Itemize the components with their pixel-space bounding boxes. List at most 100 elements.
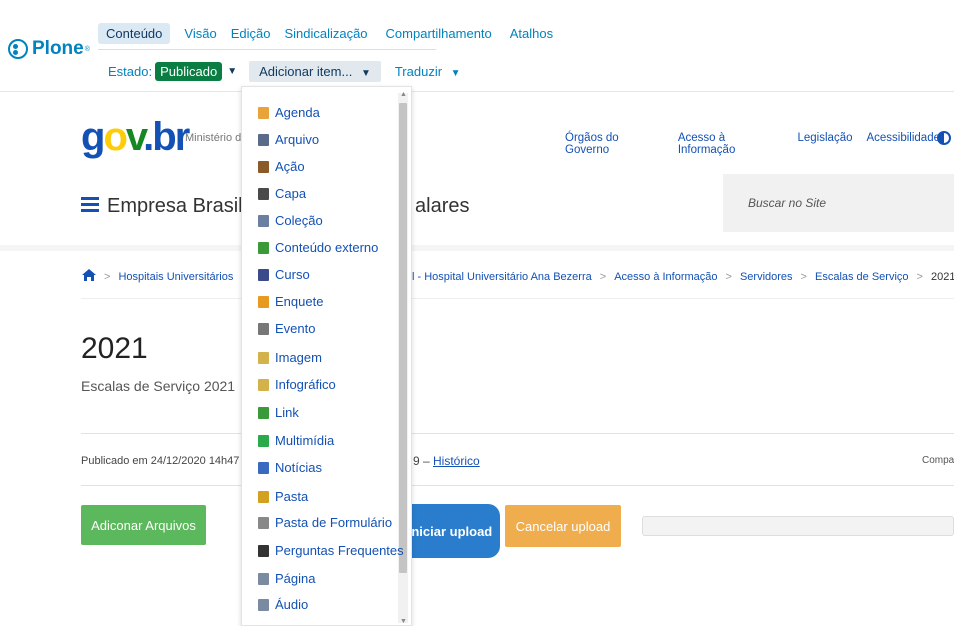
translate-caret-icon: ▼ bbox=[450, 68, 461, 79]
menu-item-label: Notícias bbox=[275, 460, 322, 475]
menu-item-enquete[interactable]: Enquete bbox=[258, 294, 323, 309]
menu-item-pasta[interactable]: Pasta bbox=[258, 489, 308, 504]
share-label[interactable]: Compar bbox=[922, 455, 954, 466]
globe-icon bbox=[258, 241, 269, 254]
menu-item-label: Pasta bbox=[275, 489, 309, 504]
add-files-button[interactable]: Adiconar Arquivos bbox=[81, 505, 206, 545]
published-date: Publicado em 24/12/2020 14h47 bbox=[81, 455, 240, 467]
collection-icon bbox=[258, 214, 269, 227]
menu-item-noticias[interactable]: Notícias bbox=[258, 460, 322, 475]
govbr-logo[interactable]: gov.br bbox=[81, 115, 190, 160]
menu-item-infografico[interactable]: Infográfico bbox=[258, 377, 336, 392]
menu-item-label: Curso bbox=[275, 267, 310, 282]
menu-item-capa[interactable]: Capa bbox=[258, 186, 306, 201]
cancel-upload-button[interactable]: Cancelar upload bbox=[505, 505, 621, 547]
divider bbox=[0, 245, 954, 251]
menu-item-agenda[interactable]: Agenda bbox=[258, 105, 320, 120]
breadcrumb: l - Hospital Universitário Ana Bezerra > … bbox=[412, 271, 954, 283]
state-badge[interactable]: Publicado bbox=[155, 62, 223, 81]
menu-item-label: Ação bbox=[275, 159, 305, 174]
add-item-button[interactable]: Adicionar item... ▼ bbox=[249, 61, 381, 82]
menu-item-label: Evento bbox=[275, 321, 316, 336]
breadcrumb-item[interactable]: Escalas de Serviço bbox=[815, 271, 909, 283]
folder-icon bbox=[258, 490, 269, 503]
calendar-icon bbox=[258, 106, 269, 119]
faq-icon bbox=[258, 544, 269, 557]
tab-conteudo[interactable]: Conteúdo bbox=[98, 23, 171, 44]
ministerio-text: Ministério da bbox=[185, 132, 248, 144]
plone-toolbar: Plone ® Conteúdo Visão Edição Sindicaliza… bbox=[0, 0, 954, 92]
plone-logo-icon bbox=[8, 39, 28, 59]
menu-item-label: Agenda bbox=[275, 105, 320, 120]
contrast-icon[interactable] bbox=[937, 131, 951, 145]
tab-atalhos[interactable]: Atalhos bbox=[510, 26, 553, 41]
tab-visao[interactable]: Visão bbox=[184, 26, 216, 41]
scroll-up-icon[interactable]: ▲ bbox=[400, 91, 407, 98]
tab-edicao[interactable]: Edição bbox=[231, 26, 271, 41]
menu-hamburger-icon[interactable] bbox=[81, 197, 99, 212]
history-info: 9 – Histórico bbox=[413, 454, 480, 468]
breadcrumb-item[interactable]: Servidores bbox=[740, 271, 793, 283]
menu-item-label: Pasta de Formulário bbox=[275, 515, 393, 530]
search-input[interactable]: Buscar no Site bbox=[723, 174, 954, 232]
menu-item-arquivo[interactable]: Arquivo bbox=[258, 132, 319, 147]
plone-logo-text: Plone bbox=[32, 38, 84, 59]
state-caret-icon[interactable]: ▼ bbox=[227, 66, 237, 77]
divider bbox=[81, 485, 954, 486]
menu-item-pagina[interactable]: Página bbox=[258, 571, 315, 586]
menu-item-label: Infográfico bbox=[275, 377, 336, 392]
link-acessibilidade[interactable]: Acessibilidade bbox=[866, 132, 940, 156]
menu-item-colecao[interactable]: Coleção bbox=[258, 213, 323, 228]
tab-compartilhamento[interactable]: Compartilhamento bbox=[386, 26, 492, 41]
divider bbox=[81, 433, 954, 434]
file-icon bbox=[258, 133, 269, 146]
news-icon bbox=[258, 461, 269, 474]
top-links: Órgãos do Governo Acesso à Informação Le… bbox=[565, 132, 954, 156]
menu-item-perguntas-frequentes[interactable]: Perguntas Frequentes bbox=[258, 543, 404, 558]
tab-sindicalizacao[interactable]: Sindicalização bbox=[284, 26, 367, 41]
translate-button[interactable]: Traduzir ▼ bbox=[395, 64, 461, 79]
link-acesso-informacao[interactable]: Acesso à Informação bbox=[678, 132, 784, 156]
layout-icon bbox=[258, 187, 269, 200]
event-icon bbox=[258, 322, 269, 335]
menu-item-label: Enquete bbox=[275, 294, 324, 309]
breadcrumb-hospitais[interactable]: Hospitais Universitários bbox=[118, 271, 233, 283]
audio-icon bbox=[258, 598, 269, 611]
site-name: Empresa Brasilei bbox=[107, 195, 259, 217]
breadcrumb-item[interactable]: Acesso à Informação bbox=[614, 271, 717, 283]
menu-item-evento[interactable]: Evento bbox=[258, 321, 315, 336]
infographic-icon bbox=[258, 378, 269, 391]
menu-item-label: Capa bbox=[275, 186, 307, 201]
history-link[interactable]: Histórico bbox=[433, 454, 480, 468]
menu-item-pasta-de-formulario[interactable]: Pasta de Formulário bbox=[258, 515, 392, 530]
scrollbar-thumb[interactable] bbox=[399, 103, 407, 573]
breadcrumb-item[interactable]: l - Hospital Universitário Ana Bezerra bbox=[412, 271, 592, 283]
clipboard-icon bbox=[258, 160, 269, 173]
page-title: 2021 bbox=[81, 332, 148, 365]
menu-item-acao[interactable]: Ação bbox=[258, 159, 305, 174]
menu-item-conteudo-externo[interactable]: Conteúdo externo bbox=[258, 240, 378, 255]
breadcrumb-first: >Hospitais Universitários> bbox=[104, 271, 248, 283]
menu-item-label: Coleção bbox=[275, 213, 323, 228]
upload-progress-bar bbox=[642, 516, 954, 536]
menu-item-multimidia[interactable]: Multimídia bbox=[258, 433, 334, 448]
page-icon bbox=[258, 572, 269, 585]
menu-item-label: Perguntas Frequentes bbox=[275, 543, 404, 558]
menu-item-label: Multimídia bbox=[275, 433, 335, 448]
menu-item-curso[interactable]: Curso bbox=[258, 267, 310, 282]
menu-item-label: Conteúdo externo bbox=[275, 240, 379, 255]
menu-item-imagem[interactable]: Imagem bbox=[258, 350, 322, 365]
home-icon[interactable] bbox=[81, 268, 97, 282]
site-name-end: alares bbox=[415, 195, 470, 217]
plone-logo[interactable]: Plone ® bbox=[8, 38, 90, 60]
link-orgaos[interactable]: Órgãos do Governo bbox=[565, 132, 664, 156]
menu-item-audio[interactable]: Áudio bbox=[258, 597, 308, 612]
toolbar-actions: Estado: Publicado ▼ Adicionar item... ▼ … bbox=[108, 61, 461, 82]
menu-item-link[interactable]: Link bbox=[258, 405, 299, 420]
scroll-down-icon[interactable]: ▼ bbox=[400, 618, 407, 625]
link-legislacao[interactable]: Legislação bbox=[798, 132, 853, 156]
menu-item-label: Áudio bbox=[275, 597, 309, 612]
start-upload-button[interactable]: Iniciar upload bbox=[400, 504, 500, 558]
menu-item-label: Imagem bbox=[275, 350, 322, 365]
menu-item-label: Arquivo bbox=[275, 132, 320, 147]
